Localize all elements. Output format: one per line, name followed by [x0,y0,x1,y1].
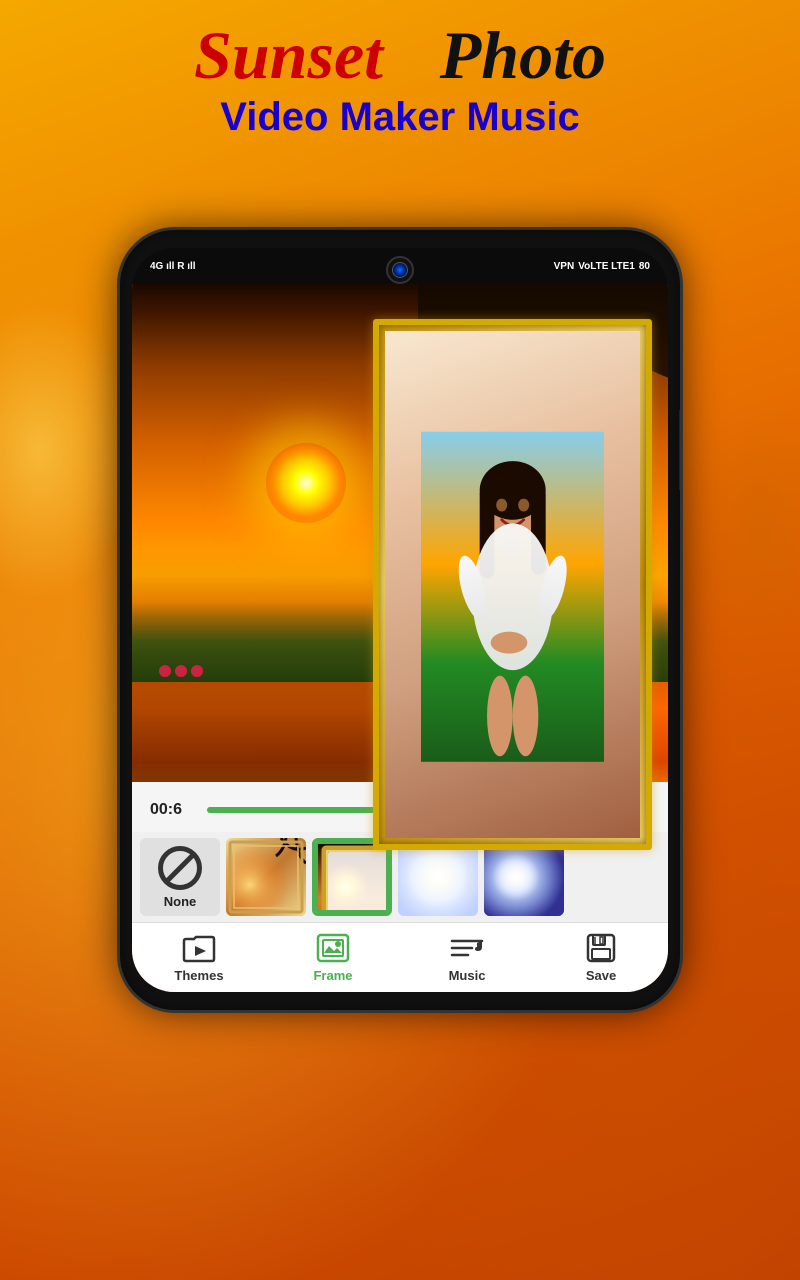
frame-label: Frame [313,968,352,983]
none-icon [158,846,202,890]
bg-sunlight-right [680,400,800,650]
save-icon [582,932,620,964]
camera-notch [386,256,414,284]
phone-mockup: 4G ıll R ıll VPN VoLTE LTE1 80 [120,230,680,1010]
frame-option-none[interactable]: None [140,838,220,916]
bg-sunlight-left [0,300,140,600]
bottom-nav: Themes [132,922,668,992]
battery-label: 80 [639,261,650,272]
app-title-area: Sunset Photo Video Maker Music [0,18,800,140]
nav-item-themes[interactable]: Themes [132,923,266,992]
title-subtitle: Video Maker Music [0,95,800,140]
frame-option-1[interactable] [226,838,306,916]
photo-frame-container [373,319,652,850]
phone-body: 4G ıll R ıll VPN VoLTE LTE1 80 [120,230,680,1010]
title-sunset: Sunset [194,17,383,93]
themes-label: Themes [174,968,223,983]
photo-frame-inner [385,331,640,838]
power-button [679,410,680,490]
phone-screen: 4G ıll R ıll VPN VoLTE LTE1 80 [132,248,668,992]
flower-3 [191,665,203,677]
music-icon [448,932,486,964]
flower-2 [175,665,187,677]
nav-item-save[interactable]: Save [534,923,668,992]
none-label: None [164,894,197,909]
flower-1 [159,665,171,677]
save-label: Save [586,968,616,983]
title-line1: Sunset Photo [0,18,800,93]
themes-icon [180,932,218,964]
status-left: 4G ıll R ıll [150,261,196,272]
volte-label: VoLTE LTE1 [578,261,635,272]
frame-thumb-2 [315,841,389,913]
music-label: Music [449,968,486,983]
screen-content: 00:6 00:6 None [132,284,668,992]
frame-icon [314,932,352,964]
title-photo: Photo [440,17,606,93]
nav-item-frame[interactable]: Frame [266,923,400,992]
girl-photo [411,344,615,826]
nav-item-music[interactable]: Music [400,923,534,992]
frame-thumb-1 [226,838,306,916]
status-right: VPN VoLTE LTE1 80 [554,261,650,272]
photo-frame-border [373,319,652,850]
vpn-label: VPN [554,261,575,272]
time-current: 00:6 [150,801,195,819]
sun-glow [266,443,346,523]
network-indicator: 4G ıll R ıll [150,261,196,272]
flower-decorations [159,665,203,677]
camera-lens-icon [392,262,408,278]
